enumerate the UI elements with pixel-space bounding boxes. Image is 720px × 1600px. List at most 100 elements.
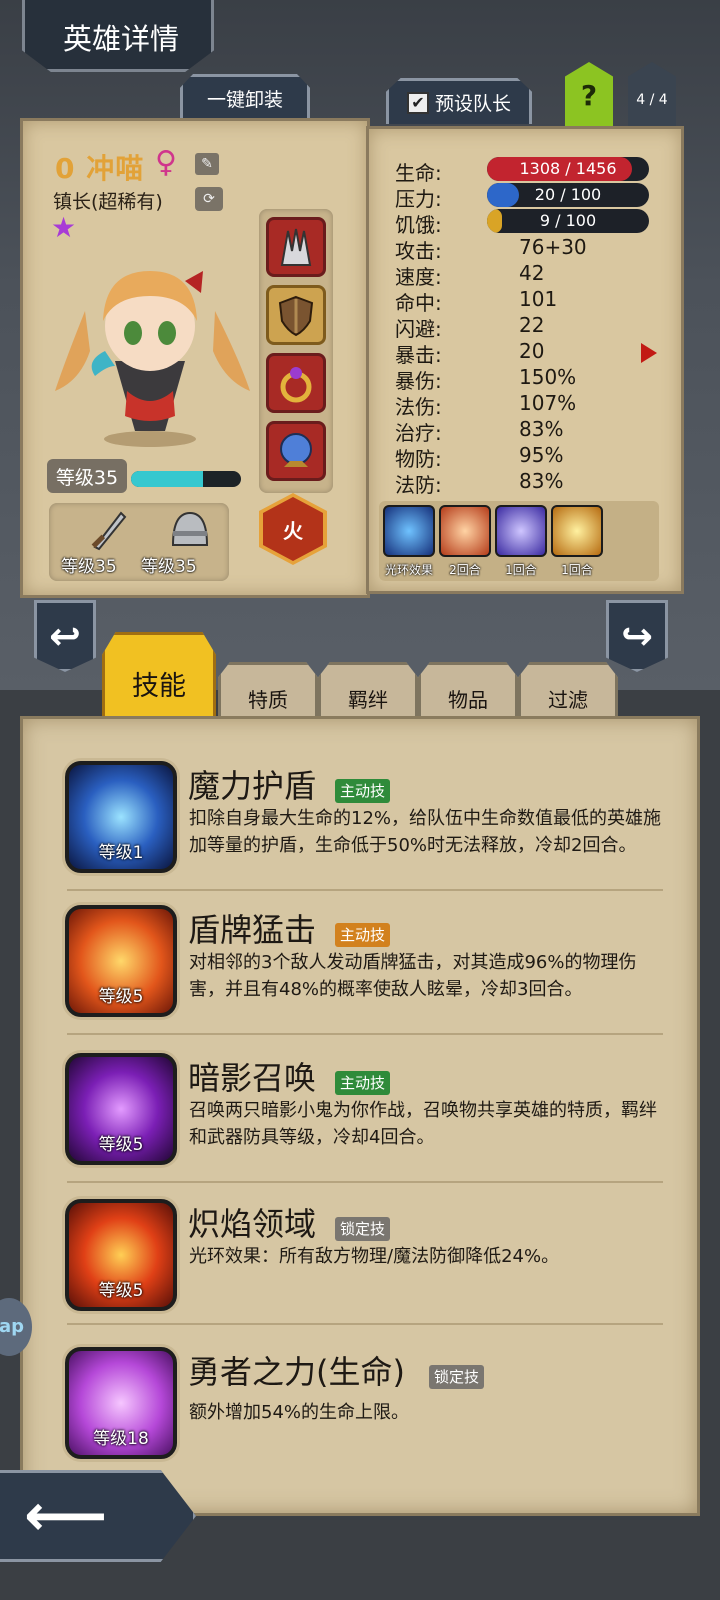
left-arrow-icon: ↩ (49, 614, 81, 658)
hunger-value: 9 / 100 (539, 211, 597, 230)
buff-label: 2回合 (449, 563, 481, 577)
stress-value: 20 / 100 (534, 185, 602, 204)
weapon-slot[interactable] (266, 217, 326, 277)
divider (67, 889, 663, 891)
back-arrow-icon[interactable]: ⟵ (24, 1486, 107, 1544)
checkbox-icon: ✔ (406, 91, 429, 114)
buff-label: 光环效果 (384, 563, 433, 577)
stat-value: 83% (519, 417, 564, 441)
tab-filter[interactable]: 过滤 (518, 662, 618, 724)
stat-row: 闪避: 22 (369, 313, 659, 341)
ring-icon (280, 367, 312, 403)
sword-icon (91, 511, 127, 551)
expand-stats-arrow-icon[interactable] (641, 343, 657, 363)
light-burst-icon[interactable] (551, 505, 603, 557)
stat-row: 暴击: 20 (369, 339, 659, 367)
shield-slot[interactable] (266, 285, 326, 345)
skill-level: 等级5 (98, 1135, 144, 1155)
preset-captain-label: 预设队长 (434, 93, 511, 115)
hp-bar: 1308 / 1456 (487, 157, 649, 181)
tab-label: 物品 (448, 688, 488, 712)
claw-weapon-icon (280, 228, 312, 266)
shield-bash-icon: 等级5 (65, 905, 177, 1017)
stat-label: 物防: (395, 447, 442, 471)
ring-slot[interactable] (266, 353, 326, 413)
stat-hp: 生命: 1308 / 1456 (369, 157, 659, 185)
title-banner: 英雄详情 (22, 0, 214, 72)
stat-value: 76+30 (519, 235, 587, 259)
side-float-label: ap (0, 1316, 24, 1337)
weapon-level: 等级35 (61, 557, 117, 577)
mana-shield-icon: 等级1 (65, 761, 177, 873)
tab-skills[interactable]: 技能 (102, 632, 216, 724)
stat-stress: 压力: 20 / 100 (369, 183, 659, 211)
unequip-all-label: 一键卸装 (206, 89, 283, 111)
stat-label: 闪避: (395, 317, 442, 341)
skills-panel: 等级1 魔力护盾 主动技 扣除自身最大生命的12%，给队伍中生命数值最低的英雄施… (20, 716, 700, 1516)
skill-level: 等级5 (98, 987, 144, 1007)
stat-value: 95% (519, 443, 564, 467)
tab-label: 特质 (248, 688, 288, 712)
magic-hand-icon[interactable] (495, 505, 547, 557)
stat-label: 攻击: (395, 239, 442, 263)
equipment-slots (259, 209, 333, 493)
stat-hp-label: 生命: (395, 161, 442, 185)
hero-level: 等级35 (47, 459, 127, 493)
skill-name: 暗影召唤 (188, 1059, 317, 1097)
prev-hero-button[interactable]: ↩ (34, 600, 96, 672)
next-hero-button[interactable]: ↪ (606, 600, 668, 672)
aura-skull-icon[interactable] (383, 505, 435, 557)
unequip-all-button[interactable]: 一键卸装 (180, 74, 310, 120)
skill-description: 对相邻的3个敌人发动盾牌猛击，对其造成96%的物理伤害，并且有48%的概率使敌人… (189, 952, 637, 1000)
stat-row: 命中: 101 (369, 287, 659, 315)
skill-description: 额外增加54%的生命上限。 (189, 1402, 410, 1423)
skill-level: 等级1 (98, 843, 144, 863)
stat-value: 20 (519, 339, 545, 363)
shield-buff-icon[interactable] (439, 505, 491, 557)
preset-captain-toggle[interactable]: ✔ 预设队长 (386, 78, 532, 124)
stat-label: 命中: (395, 291, 442, 315)
divider (67, 1181, 663, 1183)
orb-icon (280, 433, 312, 467)
change-class-icon[interactable]: ⟳ (195, 187, 223, 211)
stat-value: 83% (519, 469, 564, 493)
stat-value: 150% (519, 365, 577, 389)
skill-tag: 主动技 (335, 1071, 391, 1095)
tab-label: 羁绊 (348, 688, 388, 712)
stat-label: 法伤: (395, 395, 442, 419)
stat-label: 暴击: (395, 343, 442, 367)
hunger-bar: 9 / 100 (487, 209, 649, 233)
divider (67, 1323, 663, 1325)
stat-label: 速度: (395, 265, 442, 289)
hero-portrait (55, 271, 250, 447)
stat-row: 暴伤: 150% (369, 365, 659, 393)
stat-stress-label: 压力: (395, 187, 442, 211)
edit-name-icon[interactable]: ✎ (195, 153, 219, 175)
stats-panel: 生命: 1308 / 1456 压力: 20 / 100 饥饿: 9 / 100… (366, 126, 684, 594)
skill-tag: 锁定技 (429, 1365, 485, 1389)
stat-value: 22 (519, 313, 545, 337)
page-title: 英雄详情 (62, 22, 179, 56)
question-icon: ? (580, 78, 598, 112)
hero-power-icon: 等级18 (65, 1347, 177, 1459)
stat-label: 治疗: (395, 421, 442, 445)
xp-bar-fill (131, 471, 203, 487)
female-icon: ♀ (155, 145, 177, 180)
skill-name: 魔力护盾 (188, 767, 317, 805)
skill-name: 盾牌猛击 (188, 911, 317, 949)
tab-label: 技能 (132, 671, 186, 702)
orb-slot[interactable] (266, 421, 326, 481)
tab-bonds[interactable]: 羁绊 (318, 662, 418, 724)
flame-domain-icon: 等级5 (65, 1199, 177, 1311)
hero-class: 镇长(超稀有) (53, 191, 163, 213)
page-count: 4 / 4 (636, 92, 668, 108)
tab-label: 过滤 (548, 688, 588, 712)
right-arrow-icon: ↪ (621, 614, 653, 658)
stat-row: 法伤: 107% (369, 391, 659, 419)
skill-description: 光环效果：所有敌方物理/魔法防御降低24%。 (189, 1246, 560, 1267)
tab-items[interactable]: 物品 (418, 662, 518, 724)
stat-label: 暴伤: (395, 369, 442, 393)
stat-row: 速度: 42 (369, 261, 659, 289)
skill-description: 扣除自身最大生命的12%，给队伍中生命数值最低的英雄施加等量的护盾，生命低于50… (189, 808, 662, 856)
tab-traits[interactable]: 特质 (218, 662, 318, 724)
